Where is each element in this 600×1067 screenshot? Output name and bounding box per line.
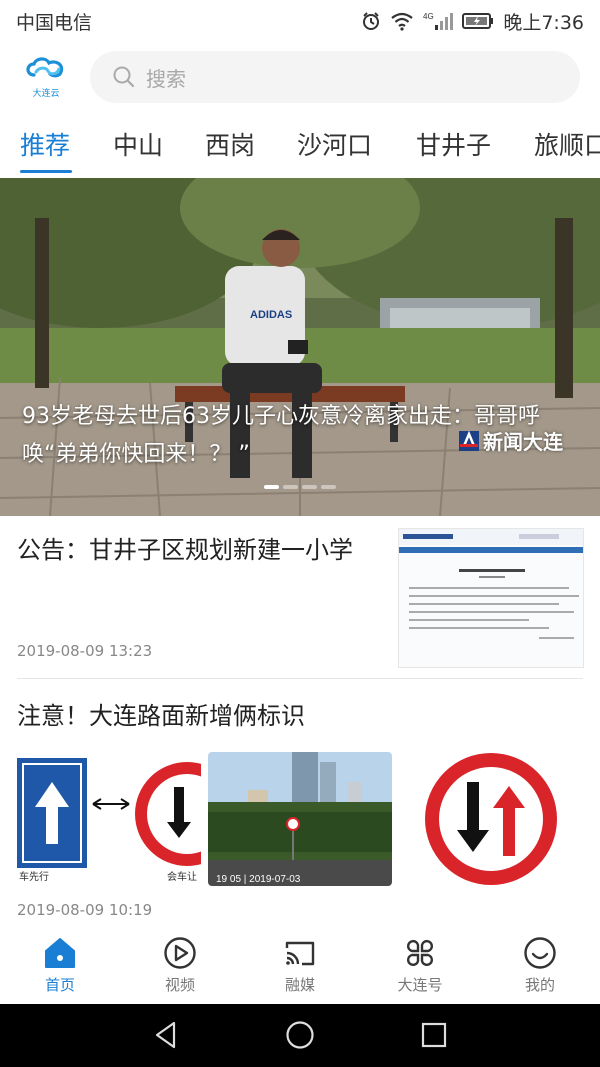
alarm-icon bbox=[361, 11, 381, 31]
channel-tabs: 推荐 中山 西岗 沙河口 甘井子 旅顺口 bbox=[0, 118, 600, 176]
news-item[interactable]: 公告：甘井子区规划新建一小学 2019-08-09 13:23 bbox=[0, 518, 600, 678]
system-nav-bar bbox=[0, 1004, 600, 1067]
image-caption: 车先行 bbox=[19, 870, 49, 883]
grid-icon bbox=[406, 939, 434, 967]
app-logo[interactable]: 大连云 bbox=[22, 52, 70, 102]
home-icon bbox=[45, 938, 75, 968]
bottom-nav: 首页 视频 融媒 大连号 我的 bbox=[0, 928, 600, 1004]
active-tab-indicator bbox=[20, 170, 72, 173]
tab-shahekou[interactable]: 沙河口 bbox=[297, 126, 372, 162]
news-time: 2019-08-09 10:19 bbox=[17, 901, 153, 919]
tab-ganjingzi[interactable]: 甘井子 bbox=[416, 126, 491, 162]
search-icon bbox=[113, 66, 135, 88]
image-caption: 19 05 | 2019-07-03 bbox=[216, 874, 301, 885]
carousel-indicator bbox=[264, 485, 336, 489]
nav-label: 融媒 bbox=[284, 976, 315, 994]
traffic-sign-image: 车先行 会车让 bbox=[17, 752, 201, 886]
news-title: 公告：甘井子区规划新建一小学 bbox=[17, 536, 353, 564]
carousel-dot bbox=[264, 485, 279, 489]
network-type: 4G bbox=[423, 12, 434, 21]
clock-time: 晚上7:36 bbox=[503, 11, 584, 34]
carousel-dot bbox=[283, 485, 298, 489]
tab-zhongshan[interactable]: 中山 bbox=[113, 126, 163, 162]
source-logo-text: 新闻大连 bbox=[483, 430, 563, 454]
home-button-icon[interactable] bbox=[285, 1020, 315, 1050]
carousel-dot bbox=[321, 485, 336, 489]
news-thumbnail bbox=[398, 528, 584, 668]
wifi-icon bbox=[390, 11, 414, 31]
news-time: 2019-08-09 13:23 bbox=[17, 642, 153, 660]
recents-icon[interactable] bbox=[419, 1020, 449, 1050]
logo-text: 大连云 bbox=[32, 89, 60, 99]
nav-label: 大连号 bbox=[397, 976, 443, 994]
image-caption: 会车让 bbox=[167, 870, 197, 883]
nav-profile[interactable]: 我的 bbox=[500, 936, 580, 995]
status-icons: 4G 晚上7:36 bbox=[361, 8, 584, 35]
nav-label: 视频 bbox=[164, 976, 195, 994]
street-photo: 19 05 | 2019-07-03 bbox=[208, 752, 392, 886]
nav-video[interactable]: 视频 bbox=[140, 936, 220, 995]
shirt-text: ADIDAS bbox=[250, 309, 292, 321]
app-header: 大连云 搜索 bbox=[0, 48, 600, 106]
nav-home[interactable]: 首页 bbox=[20, 936, 100, 995]
tab-xigang[interactable]: 西岗 bbox=[205, 126, 255, 162]
news-title[interactable]: 注意！大连路面新增俩标识 bbox=[17, 696, 305, 731]
status-bar: 中国电信 4G 晚上7:36 bbox=[0, 0, 600, 42]
nav-media[interactable]: 融媒 bbox=[260, 936, 340, 995]
tab-lvshunkou[interactable]: 旅顺口 bbox=[534, 126, 600, 162]
news-image-row[interactable]: 车先行 会车让 19 05 | 2019-07-03 bbox=[17, 752, 583, 887]
cast-icon bbox=[285, 941, 315, 966]
carousel-dot bbox=[302, 485, 317, 489]
nav-label: 我的 bbox=[524, 976, 555, 994]
traffic-sign-image bbox=[399, 752, 583, 886]
signal-icon: 4G bbox=[423, 11, 454, 31]
back-icon[interactable] bbox=[152, 1020, 182, 1050]
search-placeholder: 搜索 bbox=[146, 66, 186, 91]
banner-carousel[interactable]: ADIDAS 93岁老母去世后63岁儿子心灰意冷离家出走：哥哥呼唤“弟弟你快回来… bbox=[0, 178, 600, 516]
nav-label: 首页 bbox=[44, 976, 75, 994]
search-bar[interactable]: 搜索 bbox=[90, 51, 580, 103]
smile-icon bbox=[524, 937, 556, 969]
tab-recommend[interactable]: 推荐 bbox=[20, 126, 70, 162]
divider bbox=[17, 678, 583, 679]
source-logo-icon bbox=[459, 430, 479, 451]
news-source-logo: 新闻大连 bbox=[458, 426, 563, 455]
nav-dalian-account[interactable]: 大连号 bbox=[380, 936, 460, 995]
carrier-name: 中国电信 bbox=[16, 11, 93, 34]
battery-icon bbox=[462, 12, 494, 30]
play-icon bbox=[164, 937, 196, 969]
cloud-logo-icon bbox=[26, 57, 64, 78]
